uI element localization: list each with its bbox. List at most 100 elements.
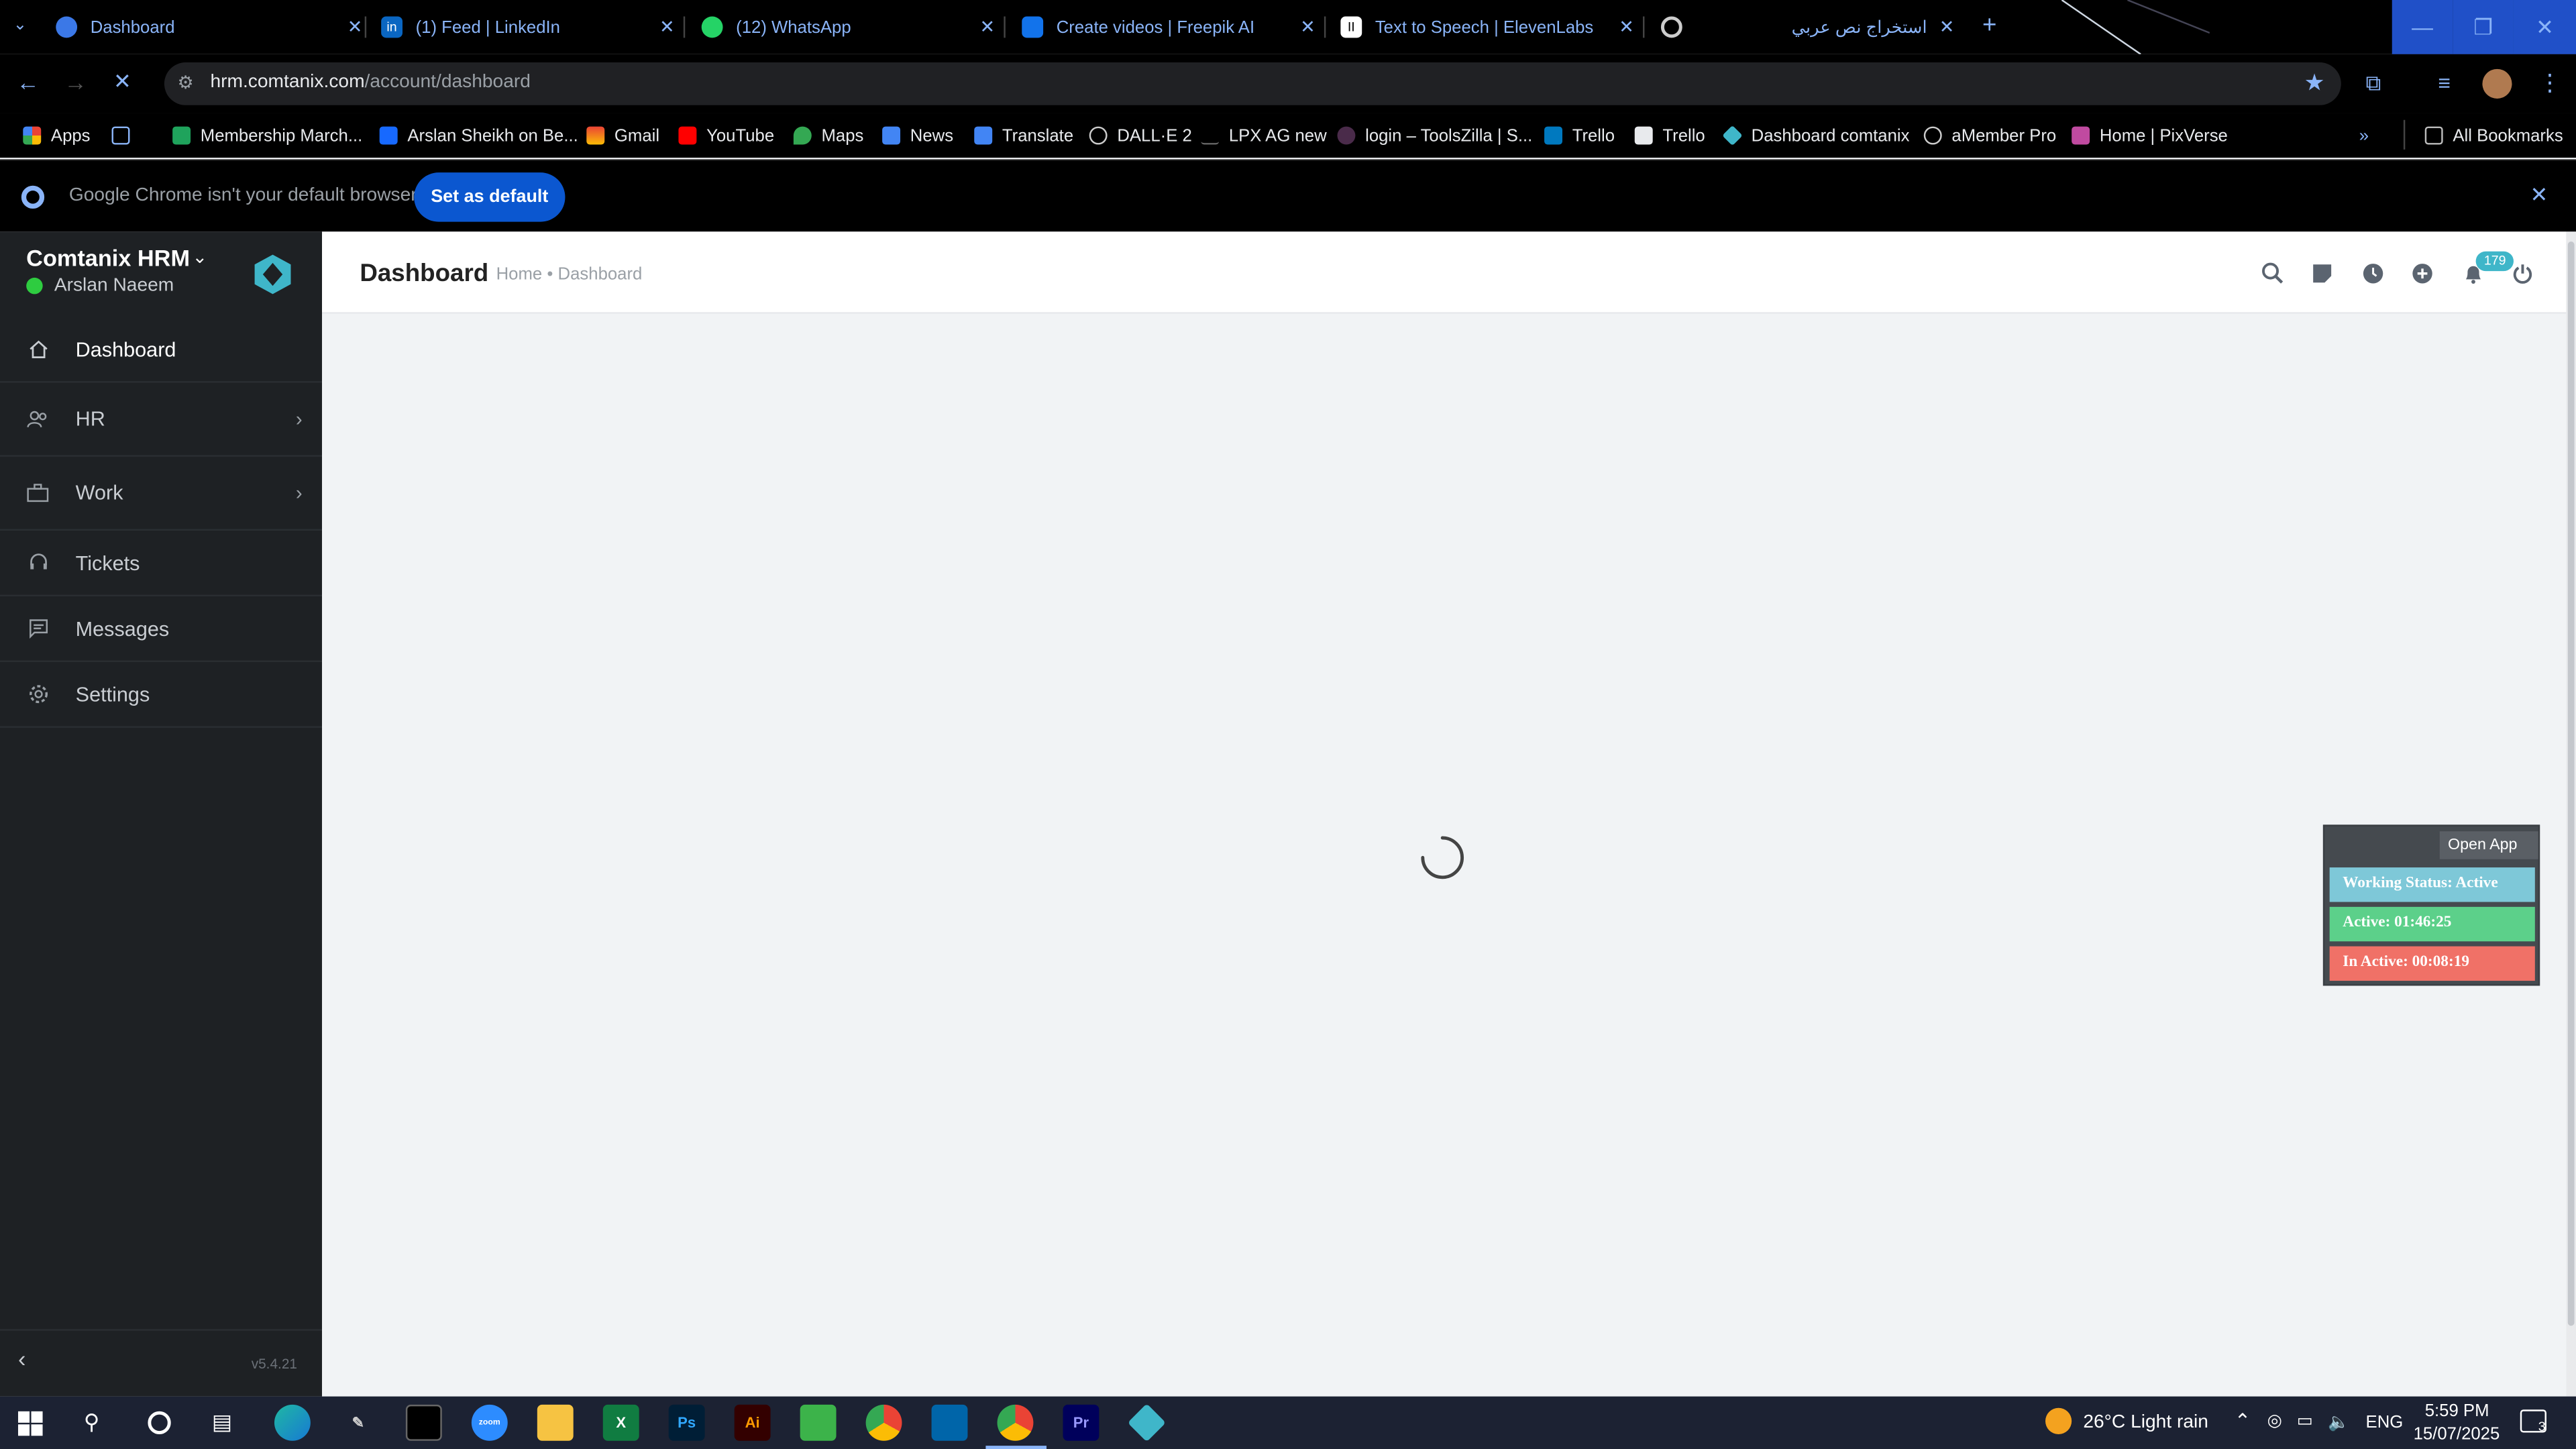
bookmark-comtanix[interactable]: Dashboard comtanix <box>1722 121 1910 150</box>
menu-kebab-icon[interactable]: ⋮ <box>2538 69 2561 97</box>
all-bookmarks-button[interactable]: All Bookmarks <box>2424 121 2563 150</box>
pen-icon[interactable]: ✎ <box>340 1405 376 1441</box>
task-view-icon[interactable]: ▤ <box>212 1409 232 1436</box>
language-indicator[interactable]: ENG <box>2366 1413 2404 1432</box>
nav-work[interactable]: Work › <box>0 457 323 531</box>
nav-hr[interactable]: HR › <box>0 383 323 457</box>
bookmark-maps[interactable]: Maps <box>793 121 863 150</box>
weather-icon[interactable] <box>2045 1407 2072 1434</box>
collapse-sidebar-icon[interactable]: ‹ <box>18 1346 25 1372</box>
bookmark-gmail[interactable]: Gmail <box>586 121 659 150</box>
tab-freepik[interactable]: Create videos | Freepik AI ✕ <box>1022 7 1318 48</box>
tab-arabic-ocr[interactable]: استخراج نص عربي ✕ <box>1660 7 1957 48</box>
nav-tickets[interactable]: Tickets <box>0 531 323 596</box>
app-name[interactable]: Comtanix HRM <box>26 245 190 271</box>
nav-messages[interactable]: Messages <box>0 596 323 662</box>
close-icon[interactable]: ✕ <box>345 16 364 38</box>
open-app-button[interactable]: Open App ↗ <box>2439 831 2538 882</box>
windows-start-icon[interactable] <box>17 1411 43 1436</box>
chrome-profile-icon[interactable] <box>997 1404 1034 1441</box>
zoom-icon[interactable]: zoom <box>471 1404 508 1441</box>
comtanix-icon[interactable] <box>1127 1403 1166 1442</box>
notes-icon[interactable] <box>2308 260 2334 286</box>
bookmark-lpx[interactable]: LPX AG new <box>1201 121 1327 150</box>
power-icon[interactable] <box>2509 260 2535 286</box>
new-tab-button[interactable]: + <box>1976 12 2002 40</box>
clock-icon[interactable] <box>2359 260 2385 286</box>
restore-button[interactable]: ❐ <box>2453 0 2514 54</box>
bookmark-youtube[interactable]: YouTube <box>678 121 774 150</box>
clock-date[interactable]: 15/07/2025 <box>2414 1424 2500 1444</box>
bookmark-amember[interactable]: aMember Pro <box>1923 121 2056 150</box>
bookmark-label: Dashboard comtanix <box>1751 125 1910 146</box>
photoshop-icon[interactable]: Ps <box>668 1404 705 1441</box>
close-window-button[interactable]: ✕ <box>2513 0 2576 54</box>
bookmark-toolszilla[interactable]: login – ToolsZilla | S... <box>1337 121 1532 150</box>
search-icon[interactable]: ⚲ <box>84 1409 99 1436</box>
media-controls-icon[interactable]: ≡ <box>2438 70 2451 95</box>
comtanix-logo[interactable] <box>252 253 294 296</box>
profile-avatar[interactable] <box>2482 68 2512 99</box>
clock-time[interactable]: 5:59 PM <box>2425 1401 2489 1421</box>
excel-icon[interactable]: X <box>602 1404 639 1441</box>
weather-text[interactable]: 26°C Light rain <box>2083 1413 2208 1432</box>
close-icon[interactable]: ✕ <box>977 16 997 38</box>
premiere-icon[interactable]: Pr <box>1063 1404 1099 1441</box>
close-icon[interactable]: ✕ <box>1617 16 1636 38</box>
gmail-icon <box>586 126 605 145</box>
network-icon[interactable]: ▭ <box>2297 1411 2313 1431</box>
add-circle-icon[interactable] <box>2408 260 2434 286</box>
tab-title: استخراج نص عربي <box>1791 17 1927 38</box>
tab-whatsapp[interactable]: (12) WhatsApp ✕ <box>701 7 998 48</box>
bookmark-translate[interactable]: Translate <box>974 121 1073 150</box>
stop-loading-icon[interactable]: ✕ <box>113 69 131 95</box>
close-icon[interactable]: ✕ <box>1937 16 1956 38</box>
bookmark-star-icon[interactable]: ★ <box>2304 69 2325 97</box>
bookmark-trello-2[interactable]: Trello <box>1634 121 1705 150</box>
url-text[interactable]: hrm.comtanix.com/account/dashboard <box>210 72 530 92</box>
close-icon[interactable]: ✕ <box>657 16 677 38</box>
scrollbar[interactable] <box>2566 231 2576 1397</box>
tab-search-chevron-icon[interactable]: ⌄ <box>13 16 40 39</box>
chrome-icon[interactable] <box>865 1404 902 1441</box>
green-app-icon[interactable] <box>800 1404 837 1441</box>
bookmark-behance[interactable]: Arslan Sheikh on Be... <box>379 121 578 150</box>
bookmark-dalle[interactable]: DALL·E 2 <box>1089 121 1192 150</box>
close-infobar-icon[interactable]: ✕ <box>2530 182 2548 209</box>
search-icon[interactable] <box>2259 260 2285 286</box>
explorer-icon[interactable] <box>537 1404 574 1441</box>
volume-icon[interactable]: 🔈 <box>2328 1411 2349 1432</box>
tab-elevenlabs[interactable]: II Text to Speech | ElevenLabs ✕ <box>1340 7 1636 48</box>
infobar-message: Google Chrome isn't your default browser <box>68 185 417 206</box>
close-icon[interactable]: ✕ <box>1298 16 1318 38</box>
sidebar: Comtanix HRM ⌄ Arslan Naeem Dashboard HR… <box>0 231 323 1397</box>
breadcrumb-home[interactable]: Home <box>496 264 543 284</box>
bookmark-apps[interactable]: Apps <box>23 121 91 150</box>
tab-linkedin[interactable]: in (1) Feed | LinkedIn ✕ <box>381 7 677 48</box>
bookmarks-overflow-icon[interactable]: » <box>2359 121 2369 150</box>
bookmark-pixverse[interactable]: Home | PixVerse <box>2072 121 2228 150</box>
chevron-down-icon[interactable]: ⌄ <box>193 246 208 268</box>
edge-icon[interactable] <box>274 1404 311 1441</box>
back-icon[interactable]: ← <box>16 69 39 95</box>
nav-dashboard[interactable]: Dashboard <box>0 317 323 383</box>
tab-dashboard[interactable]: Dashboard ✕ <box>56 6 365 48</box>
cortana-icon[interactable] <box>148 1411 171 1434</box>
set-as-default-button[interactable]: Set as default <box>414 172 566 222</box>
bookmark-trello-1[interactable]: Trello <box>1544 121 1615 150</box>
bookmark-membership[interactable]: Membership March... <box>172 121 362 150</box>
vscode-icon[interactable] <box>931 1404 968 1441</box>
bookmark-news[interactable]: News <box>882 121 953 150</box>
meet-icon[interactable]: ◎ <box>2267 1411 2282 1431</box>
extensions-icon[interactable]: ⧉ <box>2366 70 2381 97</box>
terminal-icon[interactable] <box>405 1404 442 1441</box>
illustrator-icon[interactable]: Ai <box>734 1404 771 1441</box>
scrollbar-thumb[interactable] <box>2567 241 2575 1326</box>
site-info-icon[interactable]: ⚙ <box>177 72 193 93</box>
tray-chevron-icon[interactable]: ⌃ <box>2235 1409 2251 1432</box>
forward-icon[interactable]: → <box>64 69 87 95</box>
nav-settings[interactable]: Settings <box>0 662 323 728</box>
minimize-button[interactable]: — <box>2392 0 2453 54</box>
bookmark-grid[interactable] <box>111 121 140 150</box>
address-bar[interactable]: ⚙ hrm.comtanix.com/account/dashboard ★ <box>164 62 2341 105</box>
